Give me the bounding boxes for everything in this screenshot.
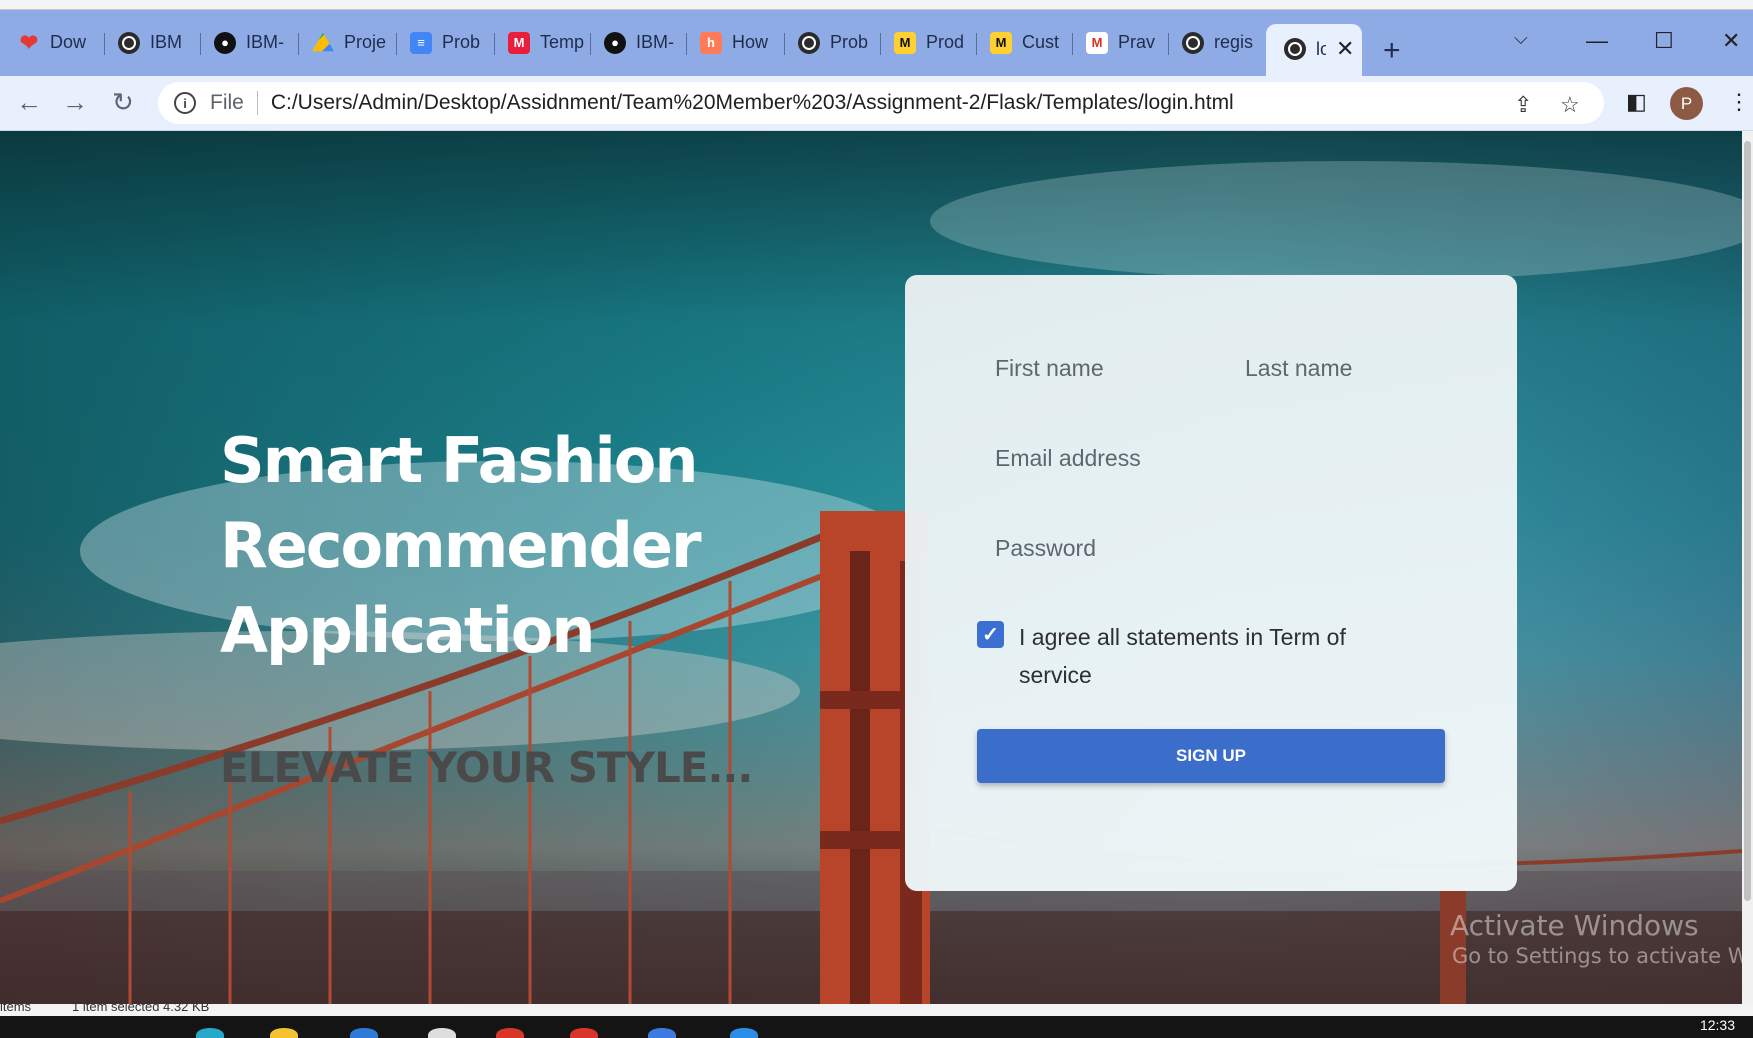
tab-label: Proje <box>344 32 387 52</box>
tab-label: IBM- <box>636 32 674 52</box>
taskbar-app-icon[interactable] <box>428 1028 456 1038</box>
tab-label: Dow <box>50 32 87 52</box>
taskbar-app-icon[interactable] <box>496 1028 524 1038</box>
last-name-input[interactable] <box>1245 355 1465 382</box>
tab-ibm-github-2[interactable]: ● IBM- <box>586 25 686 60</box>
globe-icon <box>1284 38 1306 60</box>
tab-project[interactable]: Proje <box>294 25 394 60</box>
tab-label: Prob <box>830 32 869 52</box>
share-icon[interactable]: ⇪ <box>1514 92 1532 118</box>
tab-label: IBM <box>150 32 183 52</box>
taskbar-app-icon[interactable] <box>648 1028 676 1038</box>
taskbar-clock[interactable]: 12:33 <box>1700 1017 1735 1033</box>
miro-yellow-icon: M <box>990 31 1012 54</box>
status-selected: 1 item selected 4.32 KB <box>72 1004 210 1014</box>
globe-icon <box>1182 31 1204 54</box>
tab-ibm-github[interactable]: ● IBM- <box>196 25 296 60</box>
hero-subtitle: ELEVATE YOUR STYLE... <box>220 743 753 792</box>
tab-how[interactable]: h How <box>682 25 782 60</box>
tab-label: Cust <box>1022 32 1060 52</box>
scrollbar-thumb[interactable] <box>1744 141 1751 901</box>
site-info-icon[interactable]: i <box>174 92 196 114</box>
agree-checkbox[interactable]: ✓ <box>977 621 1004 648</box>
tab-label: IBM- <box>246 32 284 52</box>
hero-title-line: Smart Fashion <box>220 424 698 497</box>
close-window-button[interactable]: ✕ <box>1722 28 1740 54</box>
taskbar-app-icon[interactable] <box>350 1028 378 1038</box>
heart-icon: ❤ <box>19 29 39 55</box>
tab-template[interactable]: M Temp <box>490 25 590 60</box>
tab-label: regis <box>1214 32 1254 52</box>
email-input[interactable] <box>995 445 1435 472</box>
windows-taskbar: 12:33 <box>0 1016 1753 1038</box>
miro-yellow-icon: M <box>894 31 916 54</box>
password-input[interactable] <box>995 535 1435 562</box>
tab-customer[interactable]: M Cust <box>972 25 1072 60</box>
sign-up-button[interactable]: SIGN UP <box>977 729 1445 783</box>
agree-label: I agree all statements in Term of servic… <box>1019 624 1346 688</box>
menu-kebab-icon[interactable]: ⋮ <box>1728 89 1750 115</box>
tab-search-icon[interactable]: ⌵ <box>1514 28 1528 49</box>
gmail-icon: M <box>1086 31 1108 54</box>
hero-title-line: Recommender <box>220 509 702 582</box>
forward-icon[interactable]: → <box>62 87 88 118</box>
docs-icon: ≡ <box>410 31 432 54</box>
bookmark-star-icon[interactable]: ☆ <box>1560 92 1580 118</box>
status-items: items <box>0 1004 32 1014</box>
minimize-button[interactable]: — <box>1586 28 1608 54</box>
taskbar-app-icon[interactable] <box>270 1028 298 1038</box>
first-name-input[interactable] <box>995 355 1215 382</box>
tab-label: lo <box>1316 38 1326 59</box>
globe-icon <box>118 31 140 54</box>
activate-windows-title: Activate Windows <box>1450 909 1699 942</box>
back-icon[interactable]: ← <box>16 87 42 118</box>
tab-label: Prav <box>1118 32 1156 52</box>
tab-download[interactable]: ❤ Dow <box>0 25 104 60</box>
drive-icon <box>312 32 334 52</box>
tab-problem-doc[interactable]: ≡ Prob <box>392 25 492 60</box>
hubspot-icon: h <box>700 31 722 54</box>
globe-icon <box>798 31 820 54</box>
close-tab-icon[interactable]: ✕ <box>1336 36 1354 62</box>
explorer-status-bar: items 1 item selected 4.32 KB <box>0 1004 1753 1016</box>
desktop-edge <box>0 0 1753 10</box>
hero-title: Smart Fashion Recommender Application <box>220 418 740 673</box>
tab-register[interactable]: regis <box>1164 25 1264 60</box>
url-text[interactable]: C:/Users/Admin/Desktop/Assidnment/Team%2… <box>271 91 1234 115</box>
browser-toolbar: ← → ↻ i File C:/Users/Admin/Desktop/Assi… <box>0 76 1753 131</box>
github-icon: ● <box>214 31 236 54</box>
reload-icon[interactable]: ↻ <box>112 87 134 118</box>
github-icon: ● <box>604 31 626 54</box>
taskbar-app-icon[interactable] <box>730 1028 758 1038</box>
maximize-button[interactable]: ☐ <box>1654 28 1674 54</box>
tab-problem[interactable]: Prob <box>780 25 880 60</box>
tab-ibm[interactable]: IBM <box>100 25 200 60</box>
new-tab-button[interactable]: + <box>1383 36 1401 66</box>
tab-label: Temp <box>540 32 585 52</box>
taskbar-app-icon[interactable] <box>196 1028 224 1038</box>
scheme-label: File <box>210 91 244 114</box>
taskbar-app-icon[interactable] <box>570 1028 598 1038</box>
activate-windows-subtitle: Go to Settings to activate Windows. <box>1452 944 1742 968</box>
signup-form-card: ✓ I agree all statements in Term of serv… <box>905 275 1517 891</box>
side-panel-icon[interactable]: ◧ <box>1626 89 1647 115</box>
tab-product[interactable]: M Prod <box>876 25 976 60</box>
tab-label: How <box>732 32 769 52</box>
tab-label: Prod <box>926 32 965 52</box>
checkmark-icon: ✓ <box>982 624 999 646</box>
page-scrollbar[interactable] <box>1742 131 1753 1004</box>
tab-login-active[interactable]: lo ✕ <box>1266 24 1362 76</box>
address-separator <box>256 91 258 115</box>
tab-strip: ❤ Dow IBM ● IBM- Proje ≡ Prob M Temp ● IBM- h… <box>0 10 1753 76</box>
hero-title-line: Application <box>220 594 595 667</box>
tab-label: Prob <box>442 32 481 52</box>
profile-avatar[interactable]: P <box>1670 87 1703 120</box>
address-bar[interactable]: i File C:/Users/Admin/Desktop/Assidnment… <box>158 82 1604 124</box>
page-viewport: Smart Fashion Recommender Application EL… <box>0 131 1742 1004</box>
tab-gmail[interactable]: M Prav <box>1068 25 1168 60</box>
miro-icon: M <box>508 31 530 54</box>
